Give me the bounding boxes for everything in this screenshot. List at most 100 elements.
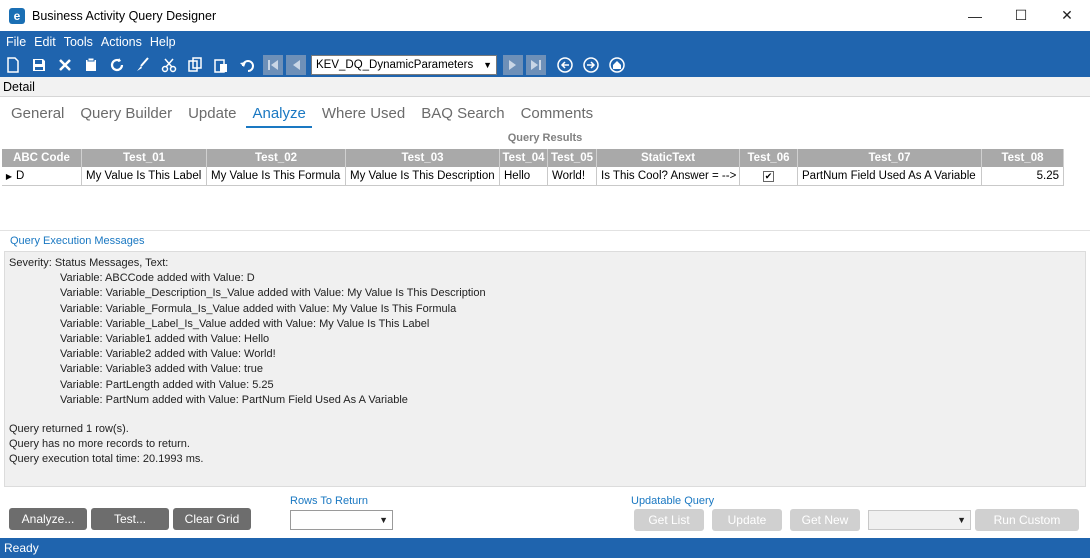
rows-to-return-select[interactable]: ▼ [290, 510, 393, 530]
message-line: Variable: Variable1 added with Value: He… [60, 332, 270, 345]
column-header[interactable]: StaticText [597, 149, 740, 167]
app-logo-icon: e [9, 7, 25, 24]
menu-edit[interactable]: Edit [31, 35, 59, 49]
divider [0, 230, 1090, 231]
test-button[interactable]: Test... [91, 508, 169, 530]
status-bar: Ready [0, 538, 1090, 558]
chevron-down-icon: ▼ [379, 515, 388, 525]
cut-icon[interactable] [159, 55, 179, 75]
message-gap [9, 408, 1081, 422]
messages-panel[interactable]: Severity: Status Messages, Text: Variabl… [4, 251, 1086, 487]
home-icon[interactable] [607, 55, 627, 75]
table-cell[interactable]: ▶ D [2, 167, 82, 186]
column-header[interactable]: Test_01 [82, 149, 207, 167]
column-header[interactable]: Test_04 [500, 149, 548, 167]
tab-baq-search[interactable]: BAQ Search [415, 99, 510, 129]
message-line: Query execution total time: 20.1993 ms. [9, 453, 204, 466]
copy-icon[interactable] [185, 55, 205, 75]
table-cell[interactable]: PartNum Field Used As A Variable [798, 167, 982, 186]
message-line: Query returned 1 row(s). [9, 422, 129, 435]
updatable-query-select[interactable]: ▼ [868, 510, 971, 530]
message-line: Variable: Variable_Formula_Is_Value adde… [60, 302, 457, 315]
new-icon[interactable] [3, 55, 23, 75]
clear-icon[interactable] [81, 55, 101, 75]
rows-to-return-label: Rows To Return [290, 495, 369, 507]
clear-grid-button[interactable]: Clear Grid [173, 508, 251, 530]
table-cell[interactable]: My Value Is This Formula [207, 167, 346, 186]
menu-help[interactable]: Help [147, 35, 179, 49]
row-pointer-icon: ▶ [5, 171, 13, 181]
menu-bar: File Edit Tools Actions Help [0, 31, 1090, 53]
checkbox[interactable]: ✔ [763, 170, 774, 182]
delete-icon[interactable] [55, 55, 75, 75]
column-header[interactable]: Test_06 [740, 149, 798, 167]
message-line: Variable: Variable_Label_Is_Value added … [60, 317, 430, 330]
tab-query-builder[interactable]: Query Builder [74, 99, 178, 129]
message-line: Variable: PartLength added with Value: 5… [60, 378, 274, 391]
tab-where-used[interactable]: Where Used [316, 99, 411, 129]
window-controls: — ☐ ✕ [952, 0, 1090, 31]
query-select[interactable]: KEV_DQ_DynamicParameters ▼ [311, 55, 497, 75]
table-cell[interactable]: My Value Is This Description [346, 167, 500, 186]
cell-text: D [16, 170, 25, 182]
detail-label: Detail [3, 79, 35, 94]
query-select-value: KEV_DQ_DynamicParameters [316, 59, 474, 71]
get-list-button[interactable]: Get List [634, 509, 704, 531]
message-header: Severity: Status Messages, Text: [9, 257, 169, 269]
detail-bar: Detail [0, 77, 1090, 97]
grid-header-row: ABC Code Test_01 Test_02 Test_03 Test_04… [2, 149, 1064, 167]
toolbar: KEV_DQ_DynamicParameters ▼ [0, 53, 1090, 77]
analyze-button[interactable]: Analyze... [9, 508, 87, 530]
column-header[interactable]: Test_03 [346, 149, 500, 167]
title-bar: e Business Activity Query Designer — ☐ ✕ [0, 0, 1090, 31]
query-results-title: Query Results [507, 132, 583, 144]
get-new-button[interactable]: Get New [790, 509, 860, 531]
menu-actions[interactable]: Actions [98, 35, 145, 49]
run-custom-button[interactable]: Run Custom [975, 509, 1079, 531]
message-line: Query has no more records to return. [9, 438, 190, 451]
maximize-button[interactable]: ☐ [998, 0, 1044, 31]
paste-icon[interactable] [211, 55, 231, 75]
message-line: Variable: ABCCode added with Value: D [60, 272, 255, 285]
tab-analyze[interactable]: Analyze [246, 99, 313, 129]
undo-icon[interactable] [237, 55, 257, 75]
tab-strip: General Query Builder Update Analyze Whe… [0, 99, 1090, 129]
column-header[interactable]: Test_08 [982, 149, 1064, 167]
query-execution-messages-title: Query Execution Messages [10, 235, 145, 247]
bottom-actions: Analyze... Test... Clear Grid Rows To Re… [0, 490, 1090, 537]
close-button[interactable]: ✕ [1044, 0, 1090, 31]
menu-file[interactable]: File [3, 35, 29, 49]
column-header[interactable]: ABC Code [2, 149, 82, 167]
column-header[interactable]: Test_05 [548, 149, 597, 167]
chevron-down-icon: ▼ [483, 60, 492, 70]
table-cell-checkbox[interactable]: ✔ [740, 167, 798, 186]
last-record-icon[interactable] [526, 55, 546, 75]
back-icon[interactable] [555, 55, 575, 75]
tab-general[interactable]: General [5, 99, 70, 129]
message-line: Variable: PartNum added with Value: Part… [60, 393, 408, 406]
update-button[interactable]: Update [712, 509, 782, 531]
refresh-icon[interactable] [107, 55, 127, 75]
tab-update[interactable]: Update [182, 99, 242, 129]
table-cell[interactable]: 5.25 [982, 167, 1064, 186]
message-line: Variable: Variable2 added with Value: Wo… [60, 348, 276, 361]
previous-record-icon[interactable] [286, 55, 306, 75]
table-row[interactable]: ▶ D My Value Is This Label My Value Is T… [2, 167, 1064, 186]
table-cell[interactable]: World! [548, 167, 597, 186]
window-title: Business Activity Query Designer [32, 8, 217, 23]
table-cell[interactable]: Hello [500, 167, 548, 186]
column-header[interactable]: Test_02 [207, 149, 346, 167]
table-cell[interactable]: Is This Cool? Answer = --> [597, 167, 740, 186]
table-cell[interactable]: My Value Is This Label [82, 167, 207, 186]
brush-icon[interactable] [133, 55, 153, 75]
menu-tools[interactable]: Tools [61, 35, 96, 49]
first-record-icon[interactable] [263, 55, 283, 75]
next-record-icon[interactable] [503, 55, 523, 75]
message-line: Variable: Variable_Description_Is_Value … [60, 287, 486, 300]
column-header[interactable]: Test_07 [798, 149, 982, 167]
forward-icon[interactable] [581, 55, 601, 75]
minimize-button[interactable]: — [952, 0, 998, 31]
results-grid: ABC Code Test_01 Test_02 Test_03 Test_04… [2, 149, 1064, 186]
tab-comments[interactable]: Comments [515, 99, 600, 129]
save-icon[interactable] [29, 55, 49, 75]
